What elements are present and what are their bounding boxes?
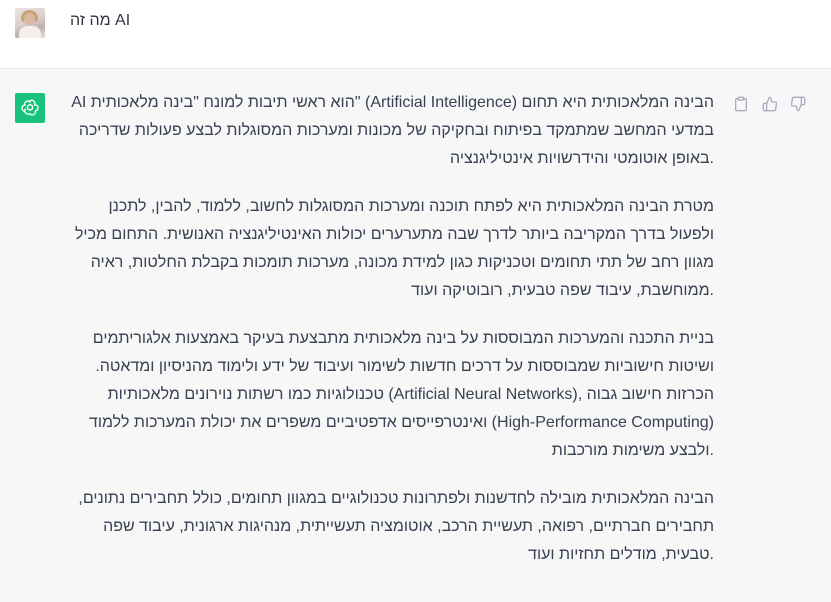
user-question: מה זה AI [70,12,131,29]
assistant-message-row: הבינה המלאכותית היא תחום (Artificial Int… [0,69,831,602]
response-paragraph-4: הבינה המלאכותית מובילה לחדשנות ולפתרונות… [78,490,714,563]
avatar-face [24,13,35,25]
thumbs-up-icon[interactable] [762,96,778,112]
avatar-body [19,26,41,38]
user-avatar [15,8,45,38]
openai-logo-icon [15,93,45,123]
response-paragraph-3: בניית התכנה והמערכות המבוססות על בינה מל… [88,330,714,459]
assistant-response: הבינה המלאכותית היא תחום (Artificial Int… [66,89,714,589]
clipboard-icon[interactable] [733,96,749,112]
response-paragraph-2: מטרת הבינה המלאכותית היא לפתח תוכנה ומער… [74,198,714,299]
response-paragraph-1: הבינה המלאכותית היא תחום (Artificial Int… [71,94,714,167]
response-actions [733,96,811,114]
thumbs-down-icon[interactable] [790,96,806,112]
user-message-row: מה זה AI [0,0,831,69]
